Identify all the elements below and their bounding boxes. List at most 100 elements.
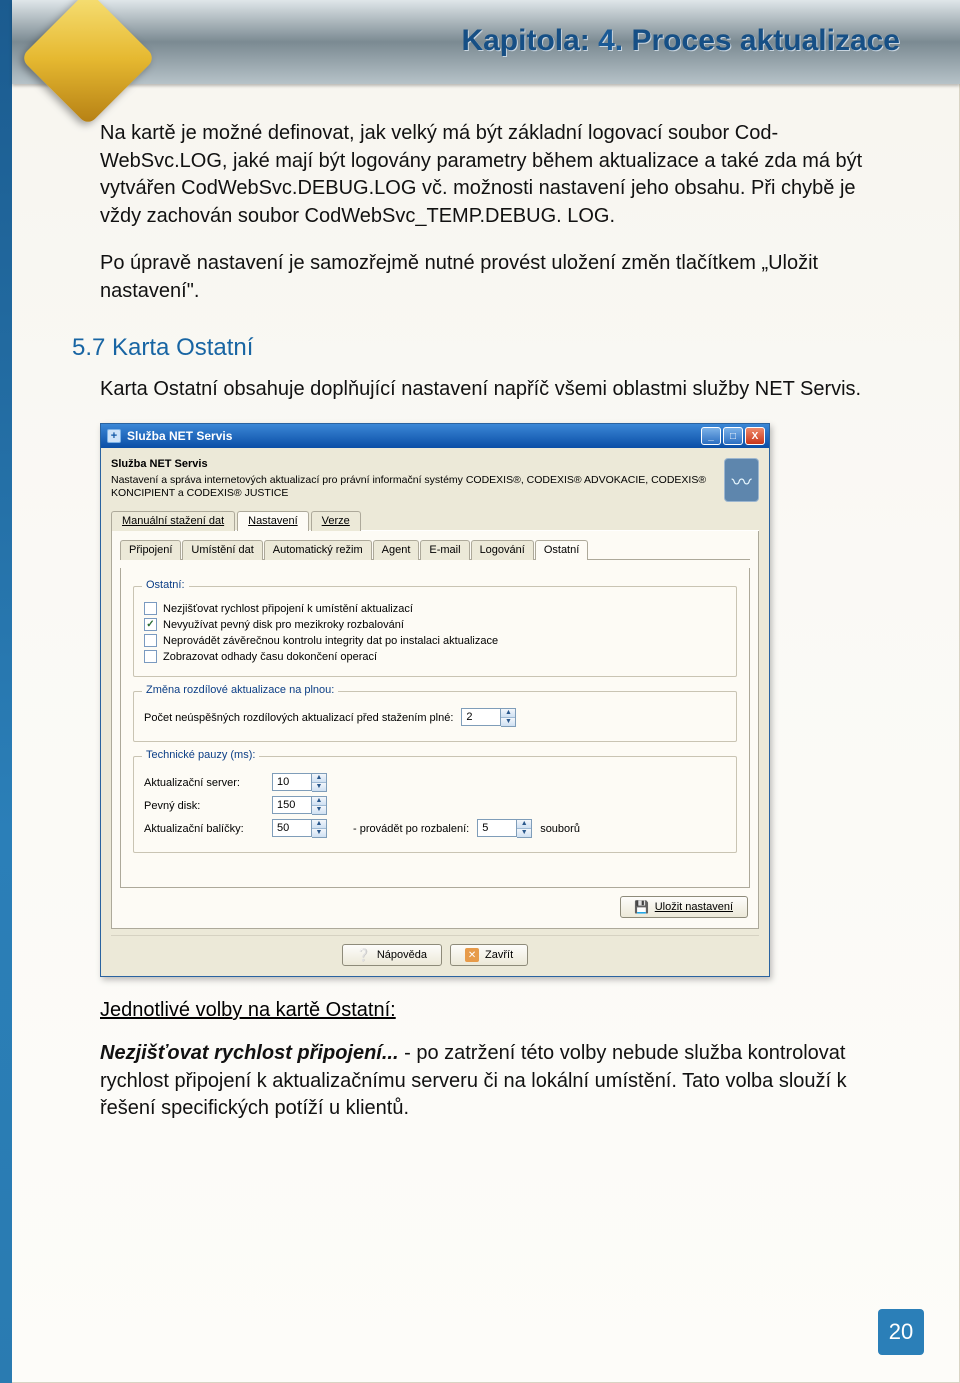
chapter-prefix: Kapitola: xyxy=(461,24,589,57)
save-button-row: 💾 Uložit nastavení xyxy=(120,888,750,920)
tab-manualni-stazeni[interactable]: Manuální stažení dat xyxy=(111,511,235,531)
spinner-arrows[interactable]: ▲▼ xyxy=(312,773,327,792)
chapter-name: Proces aktualizace xyxy=(632,24,901,57)
spinner-arrows[interactable]: ▲▼ xyxy=(517,819,532,838)
tab-label: Nastavení xyxy=(248,515,298,527)
app-header-title: Služba NET Servis xyxy=(111,458,714,472)
field-suffix: souborů xyxy=(540,823,580,835)
row-aktualizacni-balicky: Aktualizační balíčky: ▲▼ - provádět po r… xyxy=(144,819,726,838)
titlebar-left: Služba NET Servis xyxy=(107,429,232,443)
save-settings-button[interactable]: 💾 Uložit nastavení xyxy=(620,896,748,918)
window-body: Služba NET Servis Nastavení a správa int… xyxy=(101,448,769,976)
tab-verze[interactable]: Verze xyxy=(311,511,361,531)
spinner-server[interactable]: ▲▼ xyxy=(272,773,327,792)
tab-nastaveni[interactable]: Nastavení xyxy=(237,511,309,531)
app-header-desc: Nastavení a správa internetových aktuali… xyxy=(111,474,706,499)
group-title: Ostatní: xyxy=(142,579,189,591)
field-label-extra: - provádět po rozbalení: xyxy=(353,823,469,835)
subtab-pripojeni[interactable]: Připojení xyxy=(120,540,181,560)
app-header: Služba NET Servis Nastavení a správa int… xyxy=(111,458,759,502)
paragraph-2: Po úpravě nastavení je samozřejmě nutné … xyxy=(100,250,890,305)
spinner-balicky[interactable]: ▲▼ xyxy=(272,819,327,838)
chevron-down-icon[interactable]: ▼ xyxy=(517,829,531,838)
spinner-input[interactable] xyxy=(461,708,501,726)
logo-icon xyxy=(20,0,156,126)
options-heading: Jednotlivé volby na kartě Ostatní: xyxy=(100,999,890,1022)
option-1-label: Nezjišťovat rychlost připojení... xyxy=(100,1042,399,1064)
help-button[interactable]: ❔ Nápověda xyxy=(342,944,442,966)
window-title: Služba NET Servis xyxy=(127,429,232,443)
field-label: Aktualizační server: xyxy=(144,777,264,789)
spinner-input[interactable] xyxy=(477,819,517,837)
close-button[interactable]: ✕ Zavřít xyxy=(450,944,528,966)
subtab-agent[interactable]: Agent xyxy=(373,540,420,560)
chevron-down-icon[interactable]: ▼ xyxy=(312,829,326,838)
chevron-down-icon[interactable]: ▼ xyxy=(501,718,515,727)
group-title: Technické pauzy (ms): xyxy=(142,749,259,761)
button-label: Uložit nastavení xyxy=(655,901,733,913)
minimize-button[interactable]: _ xyxy=(701,427,721,445)
option-1-paragraph: Nezjišťovat rychlost připojení... - po z… xyxy=(100,1040,890,1123)
content-area: Na kartě je možné definovat, jak velký m… xyxy=(100,120,890,1143)
help-icon: ❔ xyxy=(357,948,371,962)
spinner-input[interactable] xyxy=(272,819,312,837)
chevron-up-icon[interactable]: ▲ xyxy=(312,774,326,783)
main-panel: Připojení Umístění dat Automatický režim… xyxy=(111,531,759,929)
chevron-up-icon[interactable]: ▲ xyxy=(517,820,531,829)
tab-label: Verze xyxy=(322,515,350,527)
titlebar-buttons: _ □ X xyxy=(701,427,765,445)
spinner-input[interactable] xyxy=(272,773,312,791)
titlebar[interactable]: Služba NET Servis _ □ X xyxy=(101,424,769,448)
group-ostatni: Ostatní: Nezjišťovat rychlost připojení … xyxy=(133,586,737,677)
spinner-arrows[interactable]: ▲▼ xyxy=(312,819,327,838)
row-aktualizacni-server: Aktualizační server: ▲▼ xyxy=(144,773,726,792)
chevron-up-icon[interactable]: ▲ xyxy=(501,709,515,718)
subtab-automaticky-rezim[interactable]: Automatický režim xyxy=(264,540,372,560)
check-row: Neprovádět závěrečnou kontrolu integrity… xyxy=(144,634,726,647)
close-window-button[interactable]: X xyxy=(745,427,765,445)
subtab-email[interactable]: E-mail xyxy=(420,540,469,560)
button-label: Zavřít xyxy=(485,949,513,961)
subtab-label: Ostatní xyxy=(544,544,579,556)
subtab-label: Logování xyxy=(480,544,525,556)
tab-label: Manuální stažení dat xyxy=(122,515,224,527)
row-pevny-disk: Pevný disk: ▲▼ xyxy=(144,796,726,815)
group-zmena-plnou: Změna rozdílové aktualizace na plnou: Po… xyxy=(133,691,737,742)
checkbox-nevyuzivat-disk[interactable] xyxy=(144,618,157,631)
checkbox-label: Nevyužívat pevný disk pro mezikroky rozb… xyxy=(163,619,404,631)
pulse-icon: 〰 xyxy=(732,466,752,495)
subtab-logovani[interactable]: Logování xyxy=(471,540,534,560)
row-pocet-neuspesnych: Počet neúspěšných rozdílových aktualizac… xyxy=(144,708,726,727)
checkbox-neprovadet-kontrolu[interactable] xyxy=(144,634,157,647)
subtab-label: Automatický režim xyxy=(273,544,363,556)
spinner-arrows[interactable]: ▲▼ xyxy=(501,708,516,727)
subpanel-ostatni: Ostatní: Nezjišťovat rychlost připojení … xyxy=(120,568,750,888)
chevron-up-icon[interactable]: ▲ xyxy=(312,820,326,829)
logo-wrap xyxy=(28,0,148,118)
subtab-label: Připojení xyxy=(129,544,172,556)
spinner-arrows[interactable]: ▲▼ xyxy=(312,796,327,815)
checkbox-label: Neprovádět závěrečnou kontrolu integrity… xyxy=(163,635,498,647)
maximize-button[interactable]: □ xyxy=(723,427,743,445)
bottom-button-row: ❔ Nápověda ✕ Zavřít xyxy=(111,935,759,968)
spinner-po-rozbaleni[interactable]: ▲▼ xyxy=(477,819,532,838)
subtab-ostatni[interactable]: Ostatní xyxy=(535,540,588,560)
check-row: Zobrazovat odhady času dokončení operací xyxy=(144,650,726,663)
close-icon: X xyxy=(752,431,759,442)
app-header-text: Služba NET Servis Nastavení a správa int… xyxy=(111,458,714,500)
checkbox-zobrazovat-odhady[interactable] xyxy=(144,650,157,663)
button-label: Nápověda xyxy=(377,949,427,961)
minimize-icon: _ xyxy=(708,431,714,442)
chevron-up-icon[interactable]: ▲ xyxy=(312,797,326,806)
chapter-title: Kapitola: 4. Proces aktualizace xyxy=(461,24,900,58)
chevron-down-icon[interactable]: ▼ xyxy=(312,806,326,815)
spinner-input[interactable] xyxy=(272,796,312,814)
subtab-umisteni-dat[interactable]: Umístění dat xyxy=(182,540,262,560)
main-tabstrip: Manuální stažení dat Nastavení Verze xyxy=(111,510,759,531)
spinner-pocet-neuspesnych[interactable]: ▲▼ xyxy=(461,708,516,727)
chevron-down-icon[interactable]: ▼ xyxy=(312,783,326,792)
spinner-disk[interactable]: ▲▼ xyxy=(272,796,327,815)
side-stripe xyxy=(0,0,12,1383)
section-5-7-heading: 5.7 Karta Ostatní xyxy=(72,334,890,362)
checkbox-nezjistovat-rychlost[interactable] xyxy=(144,602,157,615)
